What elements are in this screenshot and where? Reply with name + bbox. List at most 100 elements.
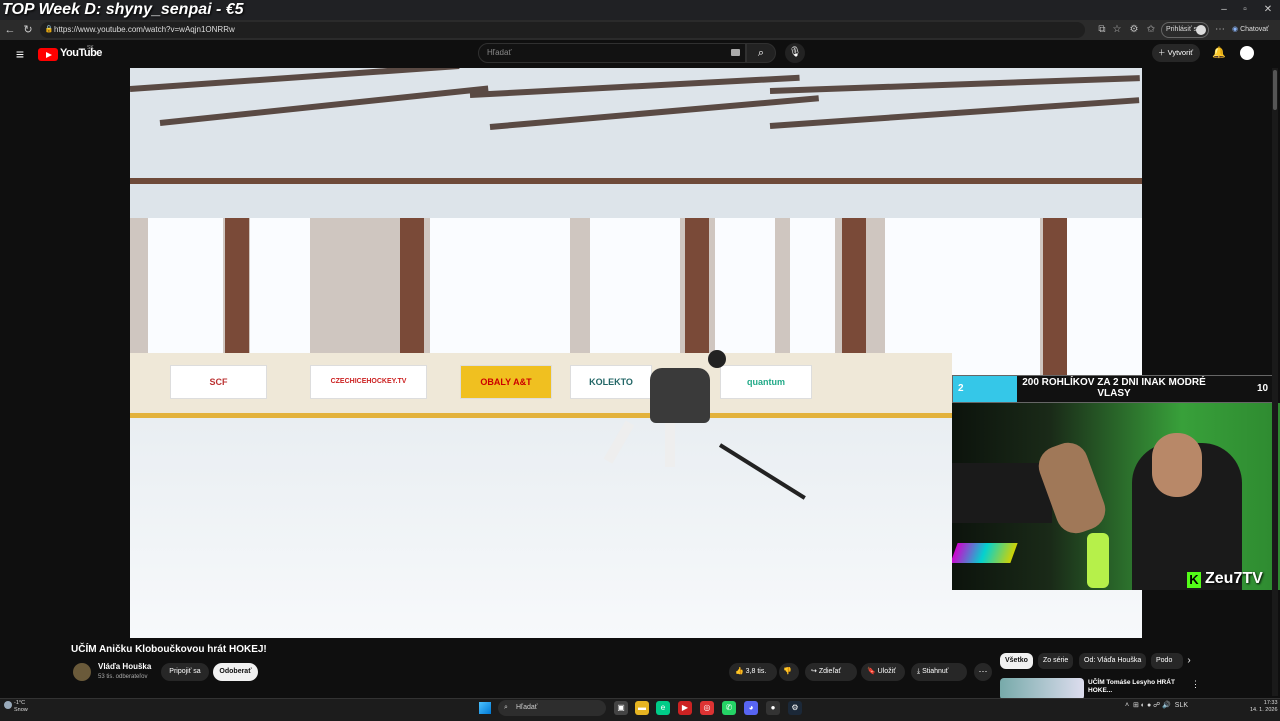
ad-board: SCF <box>170 365 267 399</box>
temperature: -1°C <box>14 700 26 706</box>
search-button[interactable]: ⌕ <box>746 43 776 63</box>
like-button[interactable]: 👍 3,8 tis. <box>729 663 777 681</box>
user-avatar[interactable] <box>1240 46 1254 60</box>
like-count: 3,8 tis. <box>745 668 767 675</box>
share-button[interactable]: ↪ Zdieľať <box>805 663 857 681</box>
kick-logo-icon: K <box>1187 572 1201 588</box>
chip-all[interactable]: Všetko <box>1000 653 1033 669</box>
channel-subscribers: 53 tis. odberateľov <box>98 674 148 680</box>
menu-icon[interactable]: ≡ <box>12 46 28 62</box>
system-tray[interactable]: ˄ ⊞ ◐ ● ☍ 🔊 SLK <box>1125 701 1188 709</box>
recommendation-thumbnail[interactable] <box>1000 678 1084 700</box>
youtube-logo-text[interactable]: YouTube <box>60 47 102 59</box>
tray-icons: ⊞ ◐ ● ☍ 🔊 <box>1132 702 1171 709</box>
microphone-icon[interactable]: 🎙 <box>785 43 805 63</box>
recommendation-more-icon[interactable]: ⋮ <box>1191 679 1200 690</box>
channel-name[interactable]: Vláďa Houška <box>98 662 151 671</box>
goal-end-value: 10 <box>1257 383 1269 394</box>
create-button[interactable]: ＋ Vytvoriť <box>1152 44 1200 62</box>
dislike-button[interactable]: 👎 <box>779 663 799 681</box>
share-label: Zdieľať <box>818 668 842 675</box>
stream-channel-name: Zeu7TV <box>1205 570 1263 587</box>
scrollbar-thumb[interactable] <box>1273 70 1277 110</box>
weather-icon[interactable] <box>4 701 12 709</box>
copilot-icon: ◉ <box>1232 26 1239 33</box>
obs-icon[interactable]: ● <box>766 701 780 715</box>
time: 17:33 <box>1263 700 1278 706</box>
webcam-keyboard <box>952 543 1018 563</box>
chat-label: Chatovať <box>1240 26 1269 33</box>
chrome-icon[interactable]: ◎ <box>700 701 714 715</box>
hockey-player <box>650 368 710 423</box>
taskbar-search-label: Hľadať <box>516 704 538 711</box>
back-icon[interactable]: ← <box>2 22 18 38</box>
app-icon[interactable]: ▶ <box>678 701 692 715</box>
reload-icon[interactable]: ↻ <box>20 22 36 38</box>
edge-icon[interactable]: e <box>656 701 670 715</box>
more-actions-icon[interactable]: ⋯ <box>974 663 992 681</box>
discord-icon[interactable]: ◕ <box>744 701 758 715</box>
notifications-bell-icon[interactable]: 🔔 <box>1211 45 1227 61</box>
youtube-logo-icon[interactable] <box>38 48 58 61</box>
ad-board: OBALY A&T <box>460 365 552 399</box>
webcam-shelf <box>952 463 1052 523</box>
chip-series[interactable]: Zo série <box>1038 653 1074 669</box>
video-title: UČÍM Aničku Kloboučkovou hrát HOKEJ! <box>71 644 267 655</box>
download-button[interactable]: ⤓ Stiahnuť <box>911 663 967 681</box>
ad-board: quantum <box>720 365 812 399</box>
stream-tab-title: TOP Week D: shyny_senpai - €5 <box>2 1 244 18</box>
chip-related[interactable]: Podo <box>1151 653 1183 669</box>
download-icon: ⤓ <box>917 668 921 675</box>
search-icon: ⌕ <box>504 704 508 711</box>
country-code: SK <box>87 45 94 51</box>
file-explorer-icon[interactable]: ▬ <box>635 701 649 715</box>
lock-icon: 🔒 <box>44 26 54 33</box>
taskbar-clock[interactable]: 17:33 14. 1. 2026 <box>1250 700 1278 714</box>
weather-condition: Snow <box>14 707 28 713</box>
close-icon[interactable]: ✕ <box>1258 2 1278 18</box>
subscribe-button[interactable]: Odoberať <box>213 663 258 681</box>
create-label: Vytvoriť <box>1167 48 1194 57</box>
profile-icon <box>1196 25 1206 35</box>
bookmark-icon: 🔖 <box>867 668 876 675</box>
chip-from-channel[interactable]: Od: Vláďa Houška <box>1079 653 1147 669</box>
weather-widget[interactable]: -1°C Snow <box>14 700 28 714</box>
save-label: Uložiť <box>877 668 896 675</box>
language-indicator[interactable]: SLK <box>1175 702 1188 709</box>
recommendation-title[interactable]: UČÍM Tomáše Lesyho HRÁT HOKE... <box>1088 679 1183 695</box>
thumbs-up-icon: 👍 <box>735 668 744 675</box>
star-icon[interactable]: ☆ <box>1110 23 1124 37</box>
join-button[interactable]: Pripojiť sa <box>161 663 209 681</box>
whatsapp-icon[interactable]: ✆ <box>722 701 736 715</box>
keyboard-icon[interactable] <box>731 49 740 56</box>
goal-start-value: 2 <box>958 383 964 394</box>
streamer-face <box>1152 433 1202 497</box>
minimize-icon[interactable]: – <box>1214 2 1234 18</box>
thumbs-down-icon: 👎 <box>783 668 792 675</box>
search-input[interactable]: Hľadať <box>478 43 746 63</box>
page-scrollbar[interactable] <box>1272 68 1278 696</box>
channel-avatar[interactable] <box>73 663 91 681</box>
hockey-player-legs <box>603 420 685 473</box>
ad-board: KOLEKTO <box>570 365 652 399</box>
tab-icon[interactable]: ⧉ <box>1095 23 1109 37</box>
steam-icon[interactable]: ⚙ <box>788 701 802 715</box>
taskbar-search[interactable]: ⌕ Hľadať <box>498 700 606 716</box>
signin-button[interactable]: Prihlásiť sa <box>1161 22 1209 38</box>
favorites-icon[interactable]: ✩ <box>1144 23 1158 37</box>
chevron-right-icon[interactable]: › <box>1182 653 1196 669</box>
windows-start-icon[interactable] <box>479 702 491 714</box>
task-view-icon[interactable]: ▣ <box>614 701 628 715</box>
date: 14. 1. 2026 <box>1250 707 1278 713</box>
save-button[interactable]: 🔖 Uložiť <box>861 663 905 681</box>
hockey-player-helmet <box>708 350 726 368</box>
download-label: Stiahnuť <box>922 668 949 675</box>
copilot-chat-button[interactable]: ◉ Chatovať <box>1232 22 1278 38</box>
extension-icon[interactable]: ⚙ <box>1127 23 1141 37</box>
url-field[interactable]: https://www.youtube.com/watch?v=wAqjn1ON… <box>40 22 1085 38</box>
maximize-icon[interactable]: ▫ <box>1235 2 1255 18</box>
share-icon: ↪ <box>811 668 817 675</box>
tray-up-icon[interactable]: ˄ <box>1125 702 1129 709</box>
more-icon[interactable]: ⋯ <box>1213 23 1227 37</box>
rink-boards: SCF CZECHICEHOCKEY.TV OBALY A&T KOLEKTO … <box>130 353 952 420</box>
